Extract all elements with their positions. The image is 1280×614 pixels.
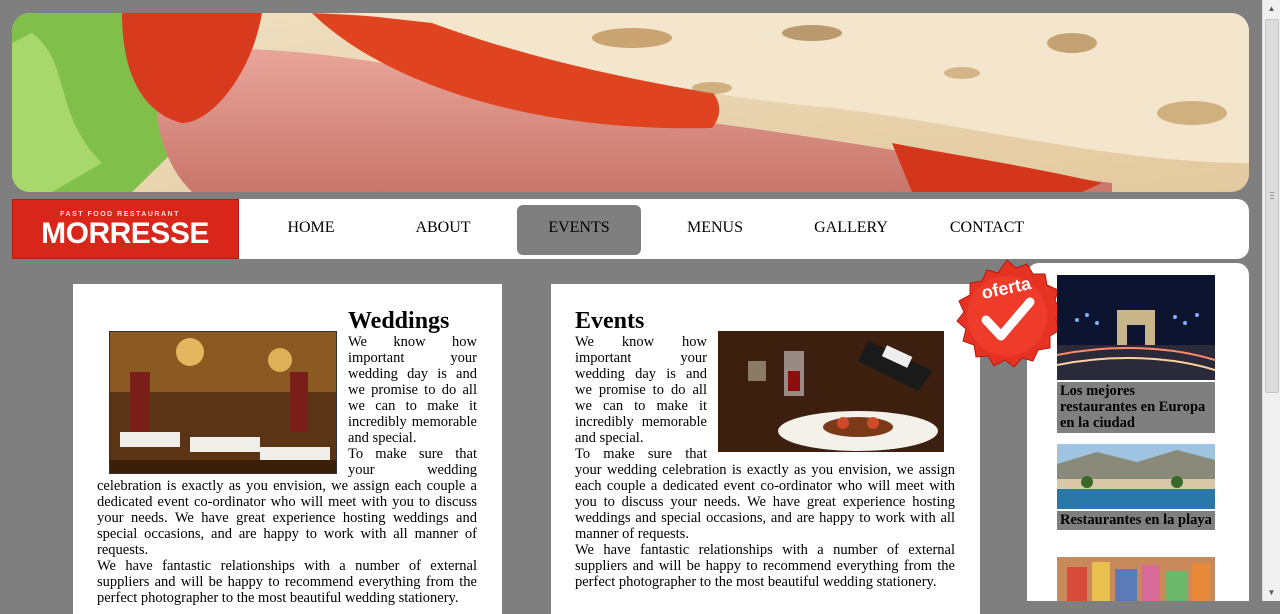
events-para-2: To make sure that your wedding celebrati…: [575, 446, 955, 542]
nav-about[interactable]: ABOUT: [381, 205, 505, 255]
sidebar-item-third[interactable]: [1057, 557, 1215, 601]
scroll-up-icon[interactable]: ▲: [1263, 0, 1280, 17]
sidebar-item-beach[interactable]: Restaurantes en la playa: [1057, 444, 1215, 530]
logo-name: MORRESSE: [41, 217, 209, 250]
sandwich-photo: [12, 13, 1249, 192]
oferta-badge[interactable]: oferta: [946, 258, 1068, 382]
nav-events[interactable]: EVENTS: [517, 205, 641, 255]
weddings-para-3: We have fantastic relationships with a n…: [97, 558, 477, 606]
nav-contact[interactable]: CONTACT: [925, 205, 1049, 255]
events-card: Events We know how important your weddin…: [551, 284, 980, 614]
sidebar-label-europe[interactable]: Los mejores restaurantes en Europa en la…: [1057, 382, 1215, 433]
weddings-card: Weddings We know how important your wedd…: [73, 284, 502, 614]
logo[interactable]: FAST FOOD RESTAURANT MORRESSE: [12, 199, 239, 259]
nav-gallery[interactable]: GALLERY: [789, 205, 913, 255]
arc-de-triomphe-image: [1057, 275, 1215, 380]
colorful-houses-image: [1057, 557, 1215, 601]
main-nav: FAST FOOD RESTAURANT MORRESSE HOME ABOUT…: [12, 199, 1249, 259]
hero-banner: [12, 13, 1249, 192]
events-para-3: We have fantastic relationships with a n…: [575, 542, 955, 590]
beach-town-image: [1057, 444, 1215, 509]
dinner-plate-image: [718, 331, 944, 452]
sidebar-item-europe[interactable]: Los mejores restaurantes en Europa en la…: [1057, 275, 1215, 433]
scroll-thumb[interactable]: [1265, 19, 1279, 393]
nav-menus[interactable]: MENUS: [653, 205, 777, 255]
restaurant-interior-image: [109, 331, 337, 474]
scroll-down-icon[interactable]: ▼: [1263, 584, 1280, 601]
nav-home[interactable]: HOME: [249, 205, 373, 255]
vertical-scrollbar[interactable]: ▲ ▼: [1262, 0, 1280, 601]
sidebar-label-beach[interactable]: Restaurantes en la playa: [1057, 511, 1215, 530]
